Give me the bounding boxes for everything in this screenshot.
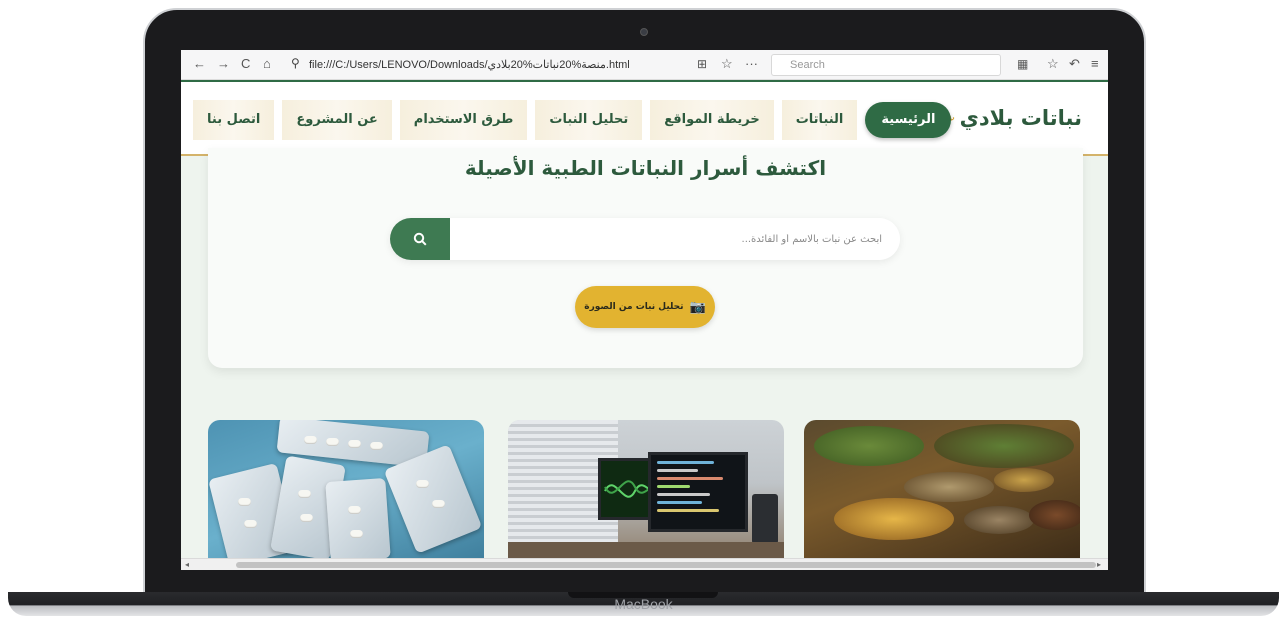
menu-icon[interactable]: ≡ [1091,56,1099,72]
nav-item-3[interactable]: تحليل النبات [535,100,643,140]
plant-search-input[interactable] [450,218,900,260]
laptop-device [752,494,778,544]
herb-bowl [834,498,954,540]
herb-bowl [1029,500,1080,530]
horizontal-scrollbar[interactable]: ◂ ▸ [181,558,1108,570]
pill [300,514,313,522]
browser-search-input[interactable]: Search [771,54,1001,76]
scroll-right-icon[interactable]: ▸ [1097,559,1101,570]
pill [416,480,429,488]
device-label: MacBook [614,596,673,612]
url-text: file:///C:/Users/LENOVO/Downloads/منصة%2… [309,59,630,71]
back-icon[interactable]: ← [193,56,206,72]
address-bar[interactable]: file:///C:/Users/LENOVO/Downloads/منصة%2… [289,55,759,75]
hero-section: اكتشف أسرار النباتات الطبية الأصيلة 📷 تح… [208,148,1083,368]
search-icon [413,232,427,246]
analyze-image-button[interactable]: 📷 تحليل نبات من الصورة [575,286,715,328]
search-button[interactable] [390,218,450,260]
site-header: نباتات بلادي ❧ الرئيسيةالنباتاتخريطة الم… [181,80,1108,156]
camera-icon: 📷 [689,299,706,315]
nav-item-4[interactable]: طرق الاستخدام [399,100,528,140]
herb-bowl [904,472,994,502]
more-icon[interactable]: ··· [745,56,758,72]
nav-item-0[interactable]: الرئيسية [865,102,952,138]
herb-bowl [994,468,1054,492]
herb-bowl [964,506,1034,534]
card-pills-image[interactable] [208,420,484,560]
undo-icon[interactable]: ↶ [1069,56,1080,72]
pill [304,436,317,444]
main-nav: الرئيسية النباتات خريطة المواقع تحليل النبا… [185,100,952,140]
home-icon[interactable]: ⌂ [263,56,271,72]
reload-icon[interactable]: C [241,56,250,72]
pill [244,520,257,528]
browser-toolbar: ← → C ⌂ ⚲ file:///C:/Users/LENOVO/Downlo… [181,50,1108,80]
hero-title: اكتشف أسرار النباتات الطبية الأصيلة [464,156,827,180]
pill [350,530,363,538]
translate-icon[interactable]: ⊞ [697,56,707,72]
plant-search-bar [390,218,900,260]
browser-search-placeholder: Search [790,59,825,71]
scrollbar-thumb[interactable] [236,562,1096,568]
pill [348,440,361,448]
card-coding-image[interactable] [508,420,784,560]
nav-item-2[interactable]: خريطة المواقع [650,100,774,140]
pill [370,442,383,450]
nav-item-5[interactable]: عن المشروع [282,100,392,140]
star-icon[interactable]: ☆ [721,56,733,72]
monitor-right [648,452,748,532]
blister-pack [325,478,391,560]
bookmarks-icon[interactable]: ☆ [1047,56,1059,72]
nav-item-1[interactable]: النباتات [781,100,858,140]
herb-bowl [934,424,1074,468]
pill [326,438,339,446]
extensions-icon[interactable]: ▦ [1017,56,1028,72]
pill [238,498,251,506]
card-herbs-image[interactable] [804,420,1080,560]
brand-name: نباتات بلادي [959,106,1082,130]
site-logo[interactable]: نباتات بلادي ❧ [941,106,1082,130]
pill [298,490,311,498]
analyze-label: تحليل نبات من الصورة [584,302,684,312]
pill [348,506,361,514]
herb-bowl [814,426,924,466]
scroll-left-icon[interactable]: ◂ [185,559,189,570]
browser-screen: ← → C ⌂ ⚲ file:///C:/Users/LENOVO/Downlo… [181,50,1108,570]
camera-icon [640,28,648,36]
nav-item-6[interactable]: اتصل بنا [193,100,275,140]
forward-icon[interactable]: → [217,56,230,72]
pill [432,500,445,508]
